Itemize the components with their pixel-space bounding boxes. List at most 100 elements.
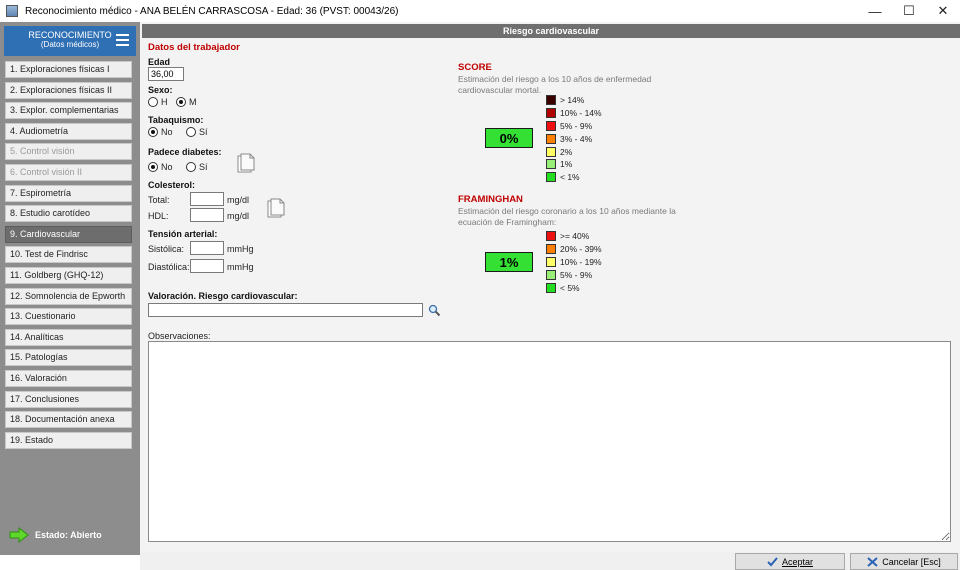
search-icon[interactable] (428, 304, 441, 317)
legend-swatch (546, 231, 556, 242)
colesterol-hdl-input[interactable] (190, 208, 224, 222)
legend-swatch (546, 269, 556, 280)
score-legend-item: > 14% (546, 94, 602, 107)
sidebar-item-audiometria[interactable]: 4. Audiometría (5, 122, 132, 140)
legend-swatch (546, 159, 556, 170)
sidebar-item-analiticas[interactable]: 14. Analíticas (5, 328, 132, 346)
sidebar-nav: 1. Exploraciones físicas I 2. Exploracio… (5, 61, 132, 452)
radio-dot-selected (176, 97, 186, 107)
sidebar-item-explor-complementarias[interactable]: 3. Explor. complementarias (5, 102, 132, 120)
estado-label: Estado: Abierto (35, 530, 102, 540)
radio-dot-selected (148, 127, 158, 137)
sexo-label: Sexo: (148, 85, 173, 95)
sidebar-item-conclusiones[interactable]: 17. Conclusiones (5, 390, 132, 408)
bottom-bar: Aceptar Cancelar [Esc] (140, 552, 960, 570)
tabaquismo-label: Tabaquismo: (148, 115, 204, 125)
sidebar-item-espirometria[interactable]: 7. Espirometría (5, 184, 132, 202)
sexo-m-radio[interactable]: M (176, 97, 197, 107)
app-icon (6, 5, 18, 17)
legend-swatch (546, 133, 556, 144)
framingham-description: Estimación del riesgo coronario a los 10… (458, 206, 676, 227)
colesterol-label: Colesterol: (148, 180, 196, 190)
total-unit-label: mg/dl (227, 195, 250, 205)
framingham-legend-item: >= 40% (546, 230, 602, 243)
diabetes-no-label: No (161, 162, 173, 172)
edad-label: Edad (148, 57, 171, 67)
main-panel: Riesgo cardiovascular Datos del trabajad… (140, 22, 960, 552)
hdl-label: HDL: (148, 211, 169, 221)
legend-label: 5% - 9% (560, 269, 593, 280)
legend-label: 5% - 9% (560, 120, 593, 131)
maximize-button[interactable]: ☐ (892, 0, 926, 22)
tabaquismo-si-radio[interactable]: Sí (186, 127, 208, 137)
edad-input[interactable] (148, 67, 184, 81)
sexo-h-label: H (161, 97, 168, 107)
diabetes-document-icon[interactable] (236, 153, 256, 175)
score-legend: > 14% 10% - 14% 5% - 9% 3% - 4% 2% 1% < … (546, 94, 602, 184)
legend-swatch (546, 256, 556, 267)
sexo-m-label: M (189, 97, 197, 107)
sidebar-item-cuestionario[interactable]: 13. Cuestionario (5, 308, 132, 326)
legend-label: 1% (560, 159, 573, 170)
sidebar-item-somnolencia-epworth[interactable]: 12. Somnolencia de Epworth (5, 287, 132, 305)
score-result: 0% (485, 128, 533, 148)
legend-label: 2% (560, 146, 573, 157)
window-title: Reconocimiento médico - ANA BELÉN CARRAS… (25, 5, 399, 17)
tabaquismo-no-radio[interactable]: No (148, 127, 173, 137)
title-bar: Reconocimiento médico - ANA BELÉN CARRAS… (0, 0, 960, 22)
total-label: Total: (148, 195, 170, 205)
panel-title: Riesgo cardiovascular (142, 24, 960, 38)
observaciones-label: Observaciones: (148, 331, 211, 341)
legend-label: 10% - 19% (560, 256, 602, 267)
sidebar-item-valoracion[interactable]: 16. Valoración (5, 369, 132, 387)
sidebar-item-goldberg[interactable]: 11. Goldberg (GHQ-12) (5, 266, 132, 284)
aceptar-button[interactable]: Aceptar (735, 553, 845, 570)
legend-swatch (546, 95, 556, 106)
legend-label: 20% - 39% (560, 244, 602, 255)
hamburger-menu-icon[interactable] (116, 34, 129, 46)
framingham-legend-item: 20% - 39% (546, 243, 602, 256)
sidebar-item-estado[interactable]: 19. Estado (5, 431, 132, 449)
diabetes-si-label: Sí (199, 162, 208, 172)
minimize-button[interactable]: — (858, 0, 892, 22)
legend-swatch (546, 108, 556, 119)
diabetes-no-radio[interactable]: No (148, 162, 173, 172)
observaciones-textarea[interactable] (148, 341, 951, 542)
score-legend-item: < 1% (546, 171, 602, 184)
sidebar-item-estudio-carotideo[interactable]: 8. Estudio carotídeo (5, 205, 132, 223)
radio-dot (186, 162, 196, 172)
framingham-result: 1% (485, 252, 533, 272)
legend-label: 10% - 14% (560, 108, 602, 119)
hdl-unit-label: mg/dl (227, 211, 250, 221)
cancelar-label: Cancelar [Esc] (882, 556, 941, 567)
colesterol-document-icon[interactable] (266, 198, 286, 220)
sexo-h-radio[interactable]: H (148, 97, 168, 107)
score-legend-item: 5% - 9% (546, 120, 602, 133)
sidebar-item-cardiovascular[interactable]: 9. Cardiovascular (5, 225, 132, 243)
sidebar-item-test-findrisc[interactable]: 10. Test de Findrisc (5, 246, 132, 264)
diabetes-si-radio[interactable]: Sí (186, 162, 208, 172)
sidebar-item-exploraciones-fisicas-1[interactable]: 1. Exploraciones físicas I (5, 61, 132, 78)
sistolica-input[interactable] (190, 241, 224, 255)
close-button[interactable]: ✕ (926, 0, 960, 22)
diastolica-label: Diastólica: (148, 262, 190, 272)
radio-dot (186, 127, 196, 137)
sistolica-unit-label: mmHg (227, 244, 254, 254)
framingham-legend-item: 10% - 19% (546, 256, 602, 269)
legend-label: >= 40% (560, 231, 590, 242)
cancelar-button[interactable]: Cancelar [Esc] (850, 553, 958, 570)
sidebar-item-patologias[interactable]: 15. Patologías (5, 349, 132, 367)
sidebar-item-exploraciones-fisicas-2[interactable]: 2. Exploraciones físicas II (5, 81, 132, 99)
colesterol-total-input[interactable] (190, 192, 224, 206)
tension-label: Tensión arterial: (148, 229, 218, 239)
score-legend-item: 1% (546, 158, 602, 171)
sidebar-item-documentacion-anexa[interactable]: 18. Documentación anexa (5, 411, 132, 429)
cancel-x-icon (867, 556, 878, 567)
valoracion-input[interactable] (148, 303, 423, 317)
diastolica-input[interactable] (190, 259, 224, 273)
tabaquismo-si-label: Sí (199, 127, 208, 137)
framingham-legend: >= 40% 20% - 39% 10% - 19% 5% - 9% < 5% (546, 230, 602, 294)
tabaquismo-no-label: No (161, 127, 173, 137)
worker-section-title: Datos del trabajador (148, 42, 240, 53)
score-legend-item: 3% - 4% (546, 132, 602, 145)
